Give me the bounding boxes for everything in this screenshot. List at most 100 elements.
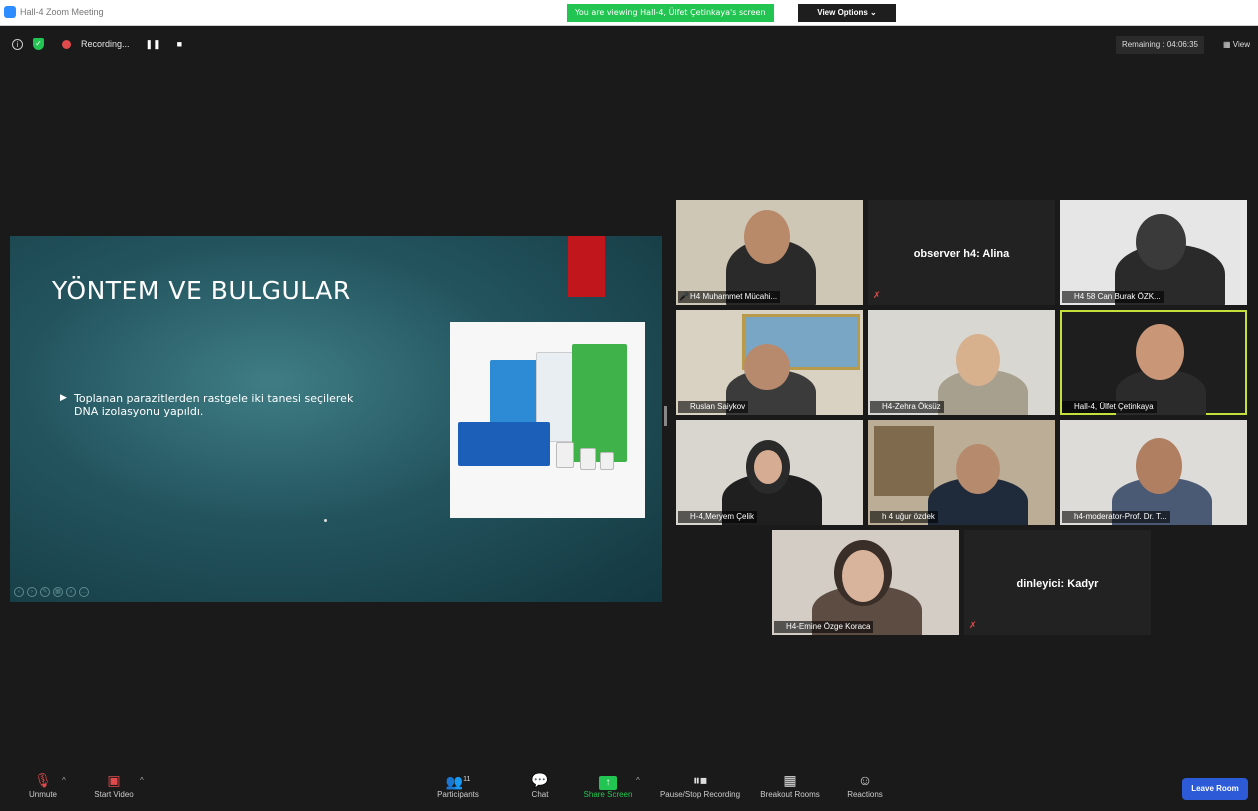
chat-bubble-icon: 💬	[531, 772, 549, 788]
video-tile[interactable]: H4 58 Can Burak ÖZK...	[1060, 200, 1247, 305]
zoom-app-icon	[4, 6, 16, 18]
participant-face	[1136, 324, 1184, 380]
share-options-caret-icon[interactable]: ^	[636, 776, 640, 785]
slide-red-accent	[568, 236, 605, 297]
breakout-label: Breakout Rooms	[760, 790, 820, 799]
participant-name: h4-moderator-Prof. Dr. T...	[1062, 511, 1170, 523]
muted-microphone-icon: 🎙	[34, 772, 52, 788]
participant-name: H-4,Meryem Çelik	[678, 511, 758, 523]
meeting-area: i ✓ Recording... ❚❚ ■ Remaining : 04:06:…	[0, 26, 1258, 811]
kit-box-green	[572, 344, 627, 462]
slide-heading: YÖNTEM VE BULGULAR	[52, 276, 351, 305]
pause-recording-icon[interactable]: ❚❚	[146, 39, 161, 50]
reactions-label: Reactions	[847, 790, 883, 799]
slide-bullet: ▶ Toplanan parazitlerden rastgele iki ta…	[60, 392, 374, 418]
video-tile[interactable]: dinleyici: Kadyr ✗	[964, 530, 1151, 635]
chat-label: Chat	[531, 790, 549, 799]
panel-resize-handle[interactable]	[664, 406, 667, 426]
meeting-status-bar: i ✓ Recording... ❚❚ ■	[12, 38, 182, 50]
participant-face	[744, 344, 790, 390]
video-tile[interactable]: h 4 uğur özdek	[868, 420, 1055, 525]
start-video-button[interactable]: ▣ Start Video	[86, 770, 142, 799]
view-options-button[interactable]: View Options ⌄	[798, 4, 896, 22]
muted-mic-icon: ✗	[873, 290, 881, 300]
pause-stop-icon: ⏸⏹	[693, 772, 707, 788]
participants-count: 11	[463, 776, 471, 783]
participants-label: Participants	[437, 790, 479, 799]
share-screen-label: Share Screen	[583, 790, 633, 799]
participant-name: Ruslan Saiykov	[678, 401, 749, 413]
video-tile[interactable]: Ruslan Saiykov	[676, 310, 863, 415]
breakout-grid-icon: ▦	[783, 772, 797, 788]
video-tile[interactable]: 🎤 H4 Muhammet Mücahi...	[676, 200, 863, 305]
video-tile[interactable]: H-4,Meryem Çelik	[676, 420, 863, 525]
share-screen-button[interactable]: ↑ Share Screen	[578, 770, 638, 799]
unmute-label: Unmute	[28, 790, 57, 799]
dna-kit-image	[450, 322, 645, 518]
info-icon[interactable]: i	[12, 38, 23, 50]
view-label: View	[1232, 40, 1250, 49]
participant-face	[956, 334, 1000, 386]
participant-face	[754, 450, 782, 484]
unmute-button[interactable]: 🎙 Unmute	[20, 770, 66, 799]
pen-icon[interactable]: ✎	[40, 587, 50, 597]
pause-stop-label: Pause/Stop Recording	[659, 790, 741, 799]
stop-recording-icon[interactable]: ■	[177, 39, 182, 49]
bullet-arrow-icon: ▶	[60, 393, 67, 403]
kit-bottle	[600, 452, 614, 470]
share-screen-icon: ↑	[578, 770, 638, 790]
reactions-button[interactable]: ☺ Reactions	[840, 770, 890, 799]
participant-face	[842, 550, 884, 602]
participant-face	[744, 210, 790, 264]
leave-room-button[interactable]: Leave Room	[1182, 778, 1248, 800]
slides-grid-icon[interactable]: ▦	[53, 587, 63, 597]
chat-button[interactable]: 💬 Chat	[522, 770, 558, 799]
participant-name: H4 58 Can Burak ÖZK...	[1062, 291, 1164, 303]
recording-label: Recording...	[81, 39, 130, 49]
video-options-caret-icon[interactable]: ^	[140, 776, 144, 785]
participant-name: observer h4: Alina	[913, 248, 1010, 260]
participant-name: H4 Muhammet Mücahi...	[678, 291, 781, 303]
participant-name: H4-Zehra Öksüz	[870, 401, 944, 413]
kit-bottle	[556, 442, 574, 468]
audio-options-caret-icon[interactable]: ^	[62, 776, 66, 785]
bookshelf	[874, 426, 934, 496]
remaining-time: Remaining : 04:06:35	[1115, 36, 1204, 54]
meeting-toolbar: 🎙 Unmute ^ ▣ Start Video ^ 👥11 Participa…	[0, 760, 1258, 811]
reactions-emoji-icon: ☺	[857, 772, 873, 788]
more-options-icon[interactable]: …	[79, 587, 89, 597]
slide-pointer-dot	[324, 519, 327, 522]
muted-mic-icon: ✗	[969, 620, 977, 630]
recording-icon	[62, 39, 71, 49]
kit-plate	[458, 422, 550, 466]
video-tile[interactable]: H4-Emine Özge Koraca	[772, 530, 959, 635]
next-slide-icon[interactable]: ›	[27, 587, 37, 597]
security-shield-icon[interactable]: ✓	[33, 38, 44, 50]
video-tile-active-speaker[interactable]: Hall-4, Ülfet Çetinkaya	[1060, 310, 1247, 415]
video-tile[interactable]: h4-moderator-Prof. Dr. T...	[1060, 420, 1247, 525]
participant-face	[956, 444, 1000, 494]
start-video-label: Start Video	[94, 790, 134, 799]
breakout-rooms-button[interactable]: ▦ Breakout Rooms	[758, 770, 822, 799]
video-tile[interactable]: observer h4: Alina ✗	[868, 200, 1055, 305]
grid-icon: ▦	[1223, 40, 1231, 49]
slide-controls: ‹ › ✎ ▦ ⌕ …	[14, 587, 89, 597]
participants-icon: 👥11	[445, 773, 471, 790]
video-off-icon: ▣	[107, 772, 121, 788]
prev-slide-icon[interactable]: ‹	[14, 587, 24, 597]
participant-name: h 4 uğur özdek	[870, 511, 938, 523]
pause-stop-recording-button[interactable]: ⏸⏹ Pause/Stop Recording	[654, 770, 746, 799]
participants-button[interactable]: 👥11 Participants	[430, 770, 486, 799]
slide-bullet-text: Toplanan parazitlerden rastgele iki tane…	[74, 392, 354, 418]
view-button[interactable]: ▦ View	[1223, 36, 1250, 54]
participant-face	[1136, 438, 1182, 494]
shared-screen-slide: YÖNTEM VE BULGULAR ▶ Toplanan parazitler…	[10, 236, 662, 602]
participant-face	[1136, 214, 1186, 270]
title-bar: Hall-4 Zoom Meeting You are viewing Hall…	[0, 0, 1258, 26]
video-tile[interactable]: H4-Zehra Öksüz	[868, 310, 1055, 415]
participant-name: H4-Emine Özge Koraca	[774, 621, 874, 633]
kit-bottle	[580, 448, 596, 470]
participant-name: dinleyici: Kadyr	[1016, 578, 1099, 590]
zoom-icon[interactable]: ⌕	[66, 587, 76, 597]
participant-name: Hall-4, Ülfet Çetinkaya	[1062, 401, 1157, 413]
